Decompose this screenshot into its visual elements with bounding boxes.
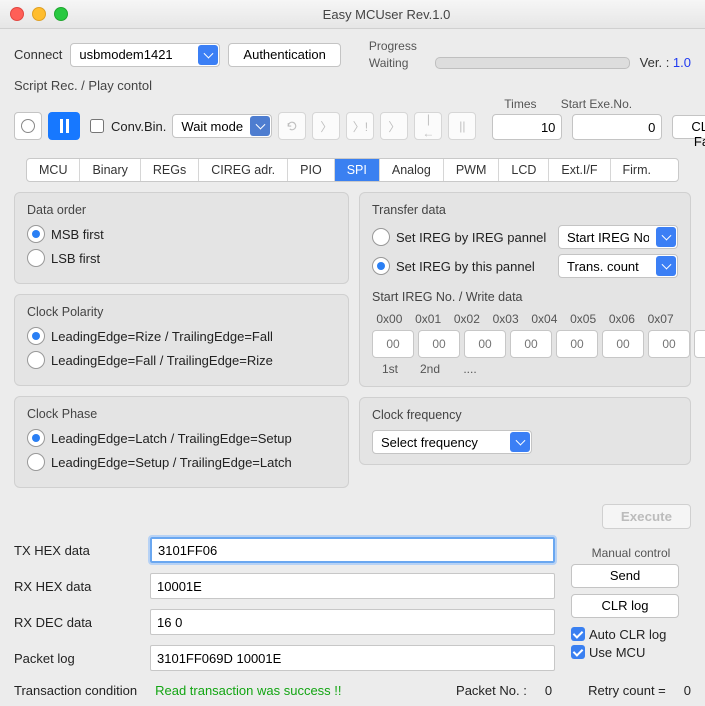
write-data-label: Start IREG No. / Write data (372, 290, 678, 304)
trans-count-select[interactable]: Trans. count (558, 254, 678, 278)
record-icon (21, 119, 35, 133)
step-alt-button[interactable]: 〉 (380, 112, 408, 140)
write-data-0[interactable] (372, 330, 414, 358)
write-data-3[interactable] (510, 330, 552, 358)
write-data-4[interactable] (556, 330, 598, 358)
use-mcu-checkbox[interactable]: Use MCU (571, 645, 691, 660)
tab-mcu[interactable]: MCU (27, 159, 80, 181)
write-data-7[interactable] (694, 330, 705, 358)
clr-log-button[interactable]: CLR log (571, 594, 679, 618)
pause2-button[interactable]: || (448, 112, 476, 140)
minimize-window[interactable] (32, 7, 46, 21)
execute-button[interactable]: Execute (602, 504, 691, 529)
transfer-data-box: Transfer data Set IREG by IREG pannel St… (359, 192, 691, 387)
write-data-2[interactable] (464, 330, 506, 358)
rx-hex-input[interactable] (150, 573, 555, 599)
write-data-5[interactable] (602, 330, 644, 358)
version-label: Ver. : 1.0 (640, 55, 691, 70)
data-order-box: Data order MSB first LSB first (14, 192, 349, 284)
tab-ext-i-f[interactable]: Ext.I/F (549, 159, 610, 181)
pktlog-label: Packet log (14, 651, 134, 666)
startexe-label: Start Exe.No. (558, 97, 634, 111)
manual-control-label: Manual control (571, 546, 691, 560)
progress-bar (435, 57, 630, 69)
auto-clr-checkbox[interactable]: Auto CLR log (571, 627, 691, 642)
rx-label: RX HEX data (14, 579, 134, 594)
rxdec-label: RX DEC data (14, 615, 134, 630)
progress-status: Waiting (369, 56, 425, 70)
tabs: MCUBinaryREGsCIREG adr.PIOSPIAnalogPWMLC… (26, 158, 679, 182)
clr-fail-button[interactable]: CLR Fail (672, 115, 705, 139)
msb-radio[interactable]: MSB first (27, 225, 336, 243)
tab-analog[interactable]: Analog (380, 159, 444, 181)
this-pannel-radio[interactable]: Set IREG by this pannel (372, 257, 548, 275)
pol-opt1-radio[interactable]: LeadingEdge=Rize / TrailingEdge=Fall (27, 327, 336, 345)
send-button[interactable]: Send (571, 564, 679, 588)
tab-regs[interactable]: REGs (141, 159, 199, 181)
phase-opt2-radio[interactable]: LeadingEdge=Setup / TrailingEdge=Latch (27, 453, 336, 471)
step-back-button[interactable]: 〉 (312, 112, 340, 140)
tx-hex-input[interactable] (150, 537, 555, 563)
authentication-button[interactable]: Authentication (228, 43, 340, 67)
script-section-label: Script Rec. / Play contol (14, 78, 691, 93)
connect-select[interactable]: usbmodem1421 (70, 43, 220, 67)
pause-button[interactable] (48, 112, 80, 140)
phase-opt1-radio[interactable]: LeadingEdge=Latch / TrailingEdge=Setup (27, 429, 336, 447)
record-button[interactable] (14, 112, 42, 140)
clock-polarity-box: Clock Polarity LeadingEdge=Rize / Traili… (14, 294, 349, 386)
connect-label: Connect (14, 47, 62, 62)
tab-pio[interactable]: PIO (288, 159, 335, 181)
lsb-radio[interactable]: LSB first (27, 249, 336, 267)
reload-button[interactable] (278, 112, 306, 140)
close-window[interactable] (10, 7, 24, 21)
tab-spi[interactable]: SPI (335, 159, 380, 181)
write-data-6[interactable] (648, 330, 690, 358)
pol-opt2-radio[interactable]: LeadingEdge=Fall / TrailingEdge=Rize (27, 351, 336, 369)
clock-freq-box: Clock frequency Select frequency (359, 397, 691, 465)
skip-back-button[interactable]: |← (414, 112, 442, 140)
step-fwd-button[interactable]: 〉! (346, 112, 374, 140)
tx-label: TX HEX data (14, 543, 134, 558)
times-input[interactable] (492, 114, 562, 140)
tab-firm-[interactable]: Firm. (611, 159, 663, 181)
ireg-pannel-radio[interactable]: Set IREG by IREG pannel (372, 228, 548, 246)
tab-binary[interactable]: Binary (80, 159, 140, 181)
write-data-1[interactable] (418, 330, 460, 358)
rx-dec-input[interactable] (150, 609, 555, 635)
packet-log-input[interactable] (150, 645, 555, 671)
start-ireg-select[interactable]: Start IREG No. (558, 225, 678, 249)
tab-lcd[interactable]: LCD (499, 159, 549, 181)
progress-label: Progress (369, 39, 691, 53)
clock-freq-select[interactable]: Select frequency (372, 430, 532, 454)
mode-select[interactable]: Wait mode (172, 114, 272, 138)
zoom-window[interactable] (54, 7, 68, 21)
startexe-input[interactable] (572, 114, 662, 140)
tab-pwm[interactable]: PWM (444, 159, 500, 181)
times-label: Times (492, 97, 548, 111)
window-title: Easy MCUser Rev.1.0 (78, 7, 695, 22)
clock-phase-box: Clock Phase LeadingEdge=Latch / Trailing… (14, 396, 349, 488)
tab-cireg-adr-[interactable]: CIREG adr. (199, 159, 288, 181)
convbin-checkbox[interactable]: Conv.Bin. (86, 116, 166, 136)
